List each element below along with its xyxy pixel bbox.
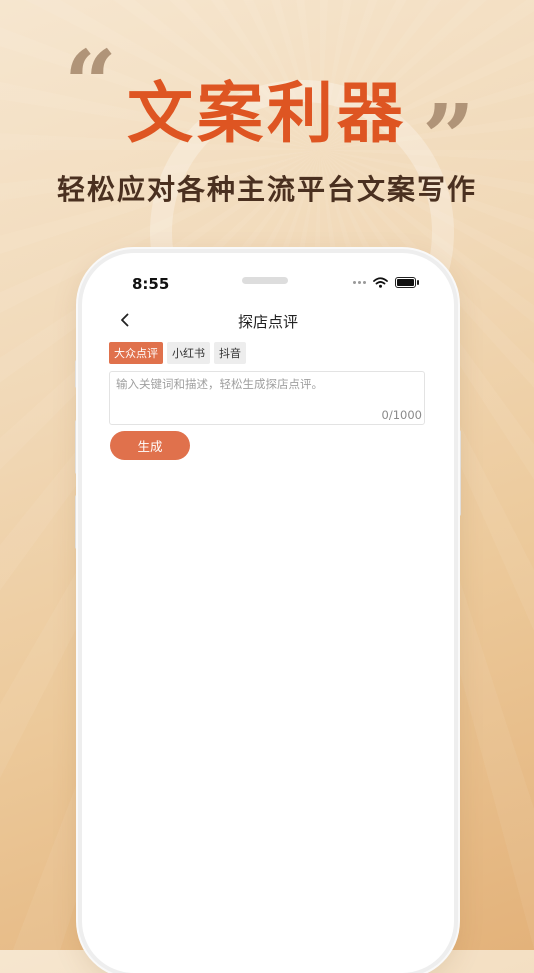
wifi-icon xyxy=(373,277,388,288)
page-title: 探店点评 xyxy=(237,313,298,331)
status-icons xyxy=(353,277,419,288)
phone-side-button-left-1 xyxy=(75,360,79,388)
platform-tabs: 大众点评 小红书 抖音 xyxy=(109,342,246,364)
nav-bar: 探店点评 xyxy=(82,305,454,337)
input-placeholder: 输入关键词和描述，轻松生成探店点评。 xyxy=(116,377,323,391)
battery-icon xyxy=(395,277,419,288)
phone-side-button-left-3 xyxy=(75,495,79,549)
banner-subtitle: 轻松应对各种主流平台文案写作 xyxy=(56,173,477,206)
char-counter: 0/1000 xyxy=(381,408,422,422)
phone-side-button-left-2 xyxy=(75,420,79,474)
tab-xiaohongshu[interactable]: 小红书 xyxy=(167,342,210,364)
status-bar: 8:55 xyxy=(82,253,454,313)
phone-screen: 8:55 探店点评 大众点评 小红书 抖音 输入关键词和描述，轻松生成探店点评。… xyxy=(82,253,454,973)
tab-dianping[interactable]: 大众点评 xyxy=(109,342,163,364)
phone-notch xyxy=(242,277,288,284)
generate-button[interactable]: 生成 xyxy=(110,431,190,460)
phone-side-button-right xyxy=(457,430,461,516)
keyword-input[interactable]: 输入关键词和描述，轻松生成探店点评。 0/1000 xyxy=(109,371,425,425)
signal-dots-icon xyxy=(353,281,366,284)
tab-douyin[interactable]: 抖音 xyxy=(214,342,246,364)
status-time: 8:55 xyxy=(132,275,170,293)
